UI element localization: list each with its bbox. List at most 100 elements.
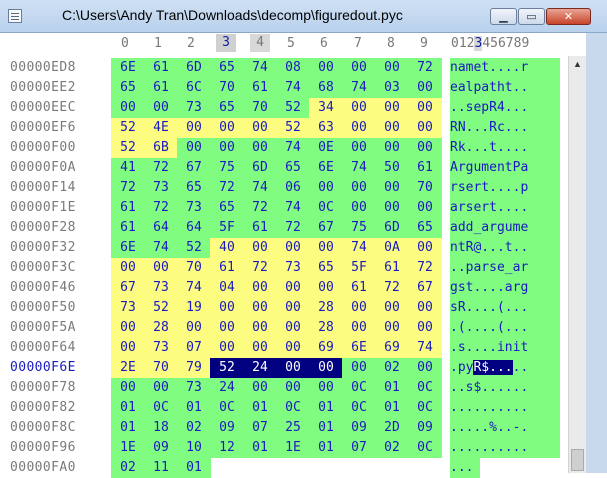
hex-byte[interactable] <box>408 458 442 478</box>
ascii-text[interactable]: .pyR$..... <box>450 358 560 378</box>
maximize-button[interactable]: ▭ <box>518 8 545 25</box>
hex-byte[interactable]: 73 <box>276 258 310 278</box>
hex-byte[interactable]: 74 <box>243 58 277 78</box>
hex-byte[interactable]: 52 <box>111 118 145 138</box>
hex-byte[interactable]: 00 <box>210 338 244 358</box>
hex-byte[interactable]: 41 <box>111 158 145 178</box>
hex-byte[interactable]: 0C <box>342 378 376 398</box>
hex-byte[interactable]: 6E <box>342 338 376 358</box>
hex-bytes[interactable]: 00 00 73 24 00 00 00 0C 01 0C <box>111 378 442 398</box>
hex-byte[interactable]: 74 <box>276 78 310 98</box>
hex-byte[interactable]: 00 <box>309 278 343 298</box>
hex-row[interactable]: 00000F96 1E 09 10 12 01 1E 01 07 02 0C.......... <box>0 438 568 458</box>
hex-byte[interactable]: 28 <box>309 298 343 318</box>
hex-byte[interactable]: 00 <box>276 378 310 398</box>
hex-byte[interactable]: 00 <box>375 118 409 138</box>
hex-byte[interactable]: 00 <box>276 318 310 338</box>
hex-bytes[interactable]: 52 4E 00 00 00 52 63 00 00 00 <box>111 118 442 138</box>
hex-byte[interactable]: 79 <box>177 358 211 378</box>
hex-byte[interactable]: 6D <box>177 58 211 78</box>
hex-byte[interactable]: 00 <box>375 318 409 338</box>
hex-byte[interactable]: 00 <box>408 98 442 118</box>
hex-byte[interactable]: 74 <box>144 238 178 258</box>
hex-byte[interactable]: 04 <box>210 278 244 298</box>
hex-byte[interactable]: 12 <box>210 438 244 458</box>
hex-byte[interactable]: 50 <box>375 158 409 178</box>
ascii-text[interactable]: RN...Rc... <box>450 118 560 138</box>
hex-byte[interactable]: 61 <box>408 158 442 178</box>
ascii-text[interactable]: ealpatht.. <box>450 78 560 98</box>
hex-byte[interactable]: 74 <box>342 78 376 98</box>
hex-byte[interactable]: 70 <box>243 98 277 118</box>
hex-byte[interactable] <box>342 458 376 478</box>
hex-byte[interactable]: 0E <box>309 138 343 158</box>
hex-byte[interactable]: 00 <box>111 258 145 278</box>
hex-byte[interactable]: 00 <box>309 358 343 378</box>
ascii-text[interactable]: arsert.... <box>450 198 560 218</box>
hex-byte[interactable]: 00 <box>210 318 244 338</box>
hex-row[interactable]: 00000F3C 00 00 70 61 72 73 65 5F 61 72 ..parse_ar <box>0 258 568 278</box>
hex-byte[interactable]: 00 <box>111 318 145 338</box>
hex-byte[interactable]: 74 <box>276 138 310 158</box>
hex-byte[interactable]: 72 <box>144 198 178 218</box>
hex-byte[interactable]: 00 <box>408 198 442 218</box>
hex-byte[interactable]: 75 <box>210 158 244 178</box>
hex-byte[interactable]: 61 <box>243 78 277 98</box>
hex-byte[interactable]: 72 <box>408 58 442 78</box>
hex-byte[interactable]: 25 <box>276 418 310 438</box>
hex-bytes[interactable]: 00 00 73 65 70 52 34 00 00 00 <box>111 98 442 118</box>
hex-bytes[interactable]: 2E 70 79 52 24 00 00 00 02 00 <box>111 358 442 378</box>
hex-byte[interactable]: 34 <box>309 98 343 118</box>
hex-byte[interactable]: 65 <box>276 158 310 178</box>
hex-byte[interactable]: 01 <box>111 398 145 418</box>
hex-byte[interactable]: 00 <box>276 298 310 318</box>
hex-byte[interactable]: 70 <box>408 178 442 198</box>
hex-byte[interactable]: 52 <box>177 238 211 258</box>
hex-byte[interactable]: 4E <box>144 118 178 138</box>
minimize-button[interactable]: ▁ <box>490 8 517 25</box>
ascii-text[interactable]: .s....init <box>450 338 560 358</box>
hex-byte[interactable]: 09 <box>408 418 442 438</box>
hex-byte[interactable]: 00 <box>375 178 409 198</box>
hex-byte[interactable]: 74 <box>243 178 277 198</box>
hex-bytes[interactable]: 6E 61 6D 65 74 08 00 00 00 72 <box>111 58 442 78</box>
hex-byte[interactable]: 09 <box>144 438 178 458</box>
hex-row[interactable]: 00000FA0 02 11 01... <box>0 458 568 478</box>
hex-byte[interactable]: 00 <box>243 378 277 398</box>
hex-byte[interactable]: 00 <box>144 98 178 118</box>
hex-byte[interactable]: 0A <box>375 238 409 258</box>
hex-byte[interactable]: 00 <box>375 58 409 78</box>
ascii-text[interactable]: add_argume <box>450 218 560 238</box>
hex-byte[interactable]: 00 <box>210 118 244 138</box>
hex-byte[interactable]: 00 <box>243 138 277 158</box>
hex-byte[interactable]: 00 <box>408 298 442 318</box>
hex-byte[interactable]: 00 <box>243 318 277 338</box>
hex-byte[interactable]: 0C <box>408 438 442 458</box>
hex-byte[interactable]: 00 <box>342 318 376 338</box>
hex-byte[interactable]: 68 <box>309 78 343 98</box>
hex-byte[interactable]: 28 <box>144 318 178 338</box>
ascii-text[interactable]: rsert....p <box>450 178 560 198</box>
hex-byte[interactable]: 61 <box>111 218 145 238</box>
hex-byte[interactable]: 73 <box>111 298 145 318</box>
hex-byte[interactable]: 00 <box>309 178 343 198</box>
hex-byte[interactable]: 5F <box>210 218 244 238</box>
hex-byte[interactable]: 00 <box>342 98 376 118</box>
hex-byte[interactable]: 07 <box>243 418 277 438</box>
ascii-text[interactable]: namet....r <box>450 58 560 78</box>
hex-bytes[interactable]: 1E 09 10 12 01 1E 01 07 02 0C <box>111 438 442 458</box>
hex-byte[interactable]: 00 <box>111 338 145 358</box>
hex-byte[interactable]: 52 <box>111 138 145 158</box>
hex-byte[interactable]: 75 <box>342 218 376 238</box>
hex-byte[interactable]: 00 <box>243 118 277 138</box>
hex-byte[interactable]: 07 <box>177 338 211 358</box>
hex-bytes[interactable]: 67 73 74 04 00 00 00 61 72 67 <box>111 278 442 298</box>
hex-byte[interactable]: 08 <box>276 58 310 78</box>
hex-bytes[interactable]: 00 73 07 00 00 00 69 6E 69 74 <box>111 338 442 358</box>
ascii-text[interactable]: sR....(... <box>450 298 560 318</box>
hex-byte[interactable]: 00 <box>408 138 442 158</box>
hex-byte[interactable]: 10 <box>177 438 211 458</box>
hex-bytes[interactable]: 00 28 00 00 00 00 28 00 00 00 <box>111 318 442 338</box>
hex-row[interactable]: 00000F1E 61 72 73 65 72 74 0C 00 00 00 arsert.... <box>0 198 568 218</box>
hex-byte[interactable]: 00 <box>243 278 277 298</box>
